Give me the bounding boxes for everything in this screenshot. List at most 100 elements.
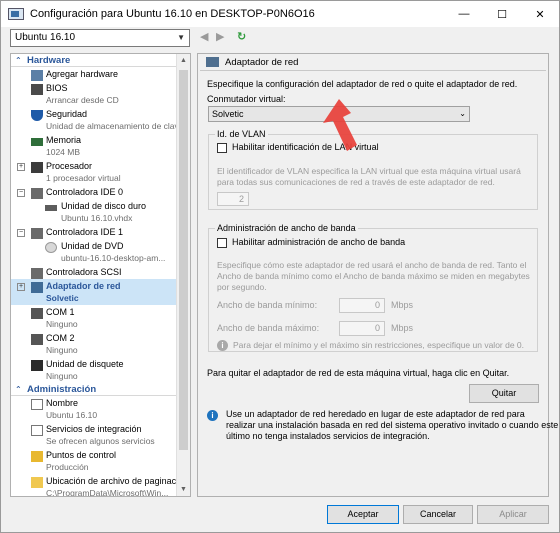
management-header-label: Administración [27,384,97,395]
vlan-description: El identificador de VLAN especifica la L… [217,166,521,176]
minimize-button[interactable]: — [445,1,483,27]
tree-item-label: Unidad de DVD [61,241,124,251]
dvd-icon [45,242,57,253]
header-divider [200,70,546,71]
tree-item-label: Nombre [46,398,79,408]
tree-item-label: Controladora IDE 1 [46,227,124,237]
bios-chip-icon [31,84,43,95]
vm-selector[interactable]: Ubuntu 16.10 ▼ [10,29,190,47]
back-icon[interactable]: ◀ [200,30,208,43]
tree-item-sublabel: Arrancar desde CD [46,95,119,105]
ok-button[interactable]: Aceptar [327,505,399,524]
controller-icon [31,228,43,239]
tree-item-scsi[interactable]: Controladora SCSI [11,265,190,279]
tree-item-com1[interactable]: COM 1 Ninguno [11,305,190,331]
collapse-tree-icon[interactable]: − [17,189,25,197]
unit-label: Mbps [391,300,414,310]
tree-item-hard-drive[interactable]: Unidad de disco duro Ubuntu 16.10.vhdx [11,199,190,225]
tree-item-security[interactable]: Seguridad Unidad de almacenamiento de cl… [11,107,190,133]
bandwidth-group-title: Administración de ancho de banda [215,223,358,233]
max-bandwidth-input[interactable]: 0 [339,321,385,336]
expand-icon[interactable]: + [17,283,25,291]
bandwidth-hint: Para dejar el mínimo y el máximo sin res… [233,340,525,350]
tree-item-ide1[interactable]: − Controladora IDE 1 [11,225,190,239]
processor-icon [31,162,43,173]
tree-item-label: Adaptador de red [46,281,121,291]
bandwidth-checkbox-label: Habilitar administración de ancho de ban… [232,237,406,247]
hardware-section-header[interactable]: ⌃ Hardware [11,54,190,67]
scroll-down-icon[interactable]: ▼ [180,486,187,493]
vm-selector-value: Ubuntu 16.10 [15,32,76,43]
checkpoint-icon [31,451,43,462]
network-adapter-icon [206,57,219,67]
vlan-checkbox[interactable] [217,143,227,153]
tree-item-add-hardware[interactable]: Agregar hardware [11,67,190,81]
tree-item-label: Memoria [46,135,82,145]
switch-label: Conmutador virtual: [207,94,286,104]
tree-item-sublabel: C:\ProgramData\Microsoft\Win... [46,488,169,497]
forward-icon[interactable]: ▶ [216,30,224,43]
tree-item-memory[interactable]: Memoria 1024 MB [11,133,190,159]
tree-item-sublabel: 1024 MB [46,147,81,157]
max-bandwidth-label: Ancho de banda máximo: [217,323,320,333]
tree-item-sublabel: Ninguno [46,371,78,381]
legacy-adapter-note: Use un adaptador de red heredado en luga… [226,409,525,419]
refresh-icon[interactable]: ↻ [237,30,246,43]
maximize-button[interactable]: ☐ [483,1,521,27]
tree-item-sublabel: Solvetic [46,293,79,303]
chevron-down-icon: ⌄ [459,109,466,118]
tree-item-bios[interactable]: BIOS Arrancar desde CD [11,81,190,107]
virtual-switch-value: Solvetic [212,109,244,119]
cancel-button[interactable]: Cancelar [403,505,473,524]
memory-icon [31,138,43,146]
bandwidth-description: por segundo. [217,282,267,292]
tree-item-sublabel: Ninguno [46,319,78,329]
dialog-footer: Aceptar Cancelar Aplicar [1,501,559,532]
panel-header: Adaptador de red [198,54,548,70]
network-adapter-icon [31,282,43,293]
tree-item-integration-services[interactable]: Servicios de integración Se ofrecen algu… [11,422,190,448]
min-bandwidth-label: Ancho de banda mínimo: [217,300,318,310]
tree-item-label: Ubicación de archivo de paginac... [46,476,184,486]
tree-item-label: Agregar hardware [46,69,119,79]
remove-button[interactable]: Quitar [469,384,539,403]
info-icon: i [207,410,218,421]
tree-item-sublabel: Ubuntu 16.10.vhdx [61,213,133,223]
management-section-header[interactable]: ⌃ Administración [11,383,190,396]
tree-item-dvd[interactable]: Unidad de DVD ubuntu-16.10-desktop-am... [11,239,190,265]
tree-item-sublabel: Producción [46,462,89,472]
tree-item-processor[interactable]: + Procesador 1 procesador virtual [11,159,190,185]
min-bandwidth-input[interactable]: 0 [339,298,385,313]
tree-item-sublabel: Ubuntu 16.10 [46,410,98,420]
tree-item-paging-file[interactable]: Ubicación de archivo de paginac... C:\Pr… [11,474,190,497]
tree-item-ide0[interactable]: − Controladora IDE 0 [11,185,190,199]
integration-services-icon [31,425,43,436]
title-bar: Configuración para Ubuntu 16.10 en DESKT… [1,1,559,27]
controller-icon [31,268,43,279]
tree-item-checkpoints[interactable]: Puntos de control Producción [11,448,190,474]
apply-button[interactable]: Aplicar [477,505,549,524]
serial-port-icon [31,308,43,319]
remove-description: Para quitar el adaptador de red de esta … [207,368,510,378]
vlan-id-input[interactable]: 2 [217,192,249,206]
tree-item-floppy[interactable]: Unidad de disquete Ninguno [11,357,190,383]
network-adapter-panel: Adaptador de red Especifique la configur… [197,53,558,497]
collapse-icon: ⌃ [15,385,22,394]
scroll-up-icon[interactable]: ▲ [180,57,187,64]
vlan-description: para todas sus comunicaciones de red a t… [217,177,495,187]
hard-drive-icon [45,205,57,211]
tree-scrollbar[interactable]: ▲ ▼ [176,54,190,496]
legacy-adapter-note: realizar una instalación basada en red d… [226,420,559,430]
tree-item-label: Unidad de disco duro [61,201,147,211]
tree-item-sublabel: Unidad de almacenamiento de claves ... [46,121,191,131]
expand-icon[interactable]: + [17,163,25,171]
tree-item-label: Unidad de disquete [46,359,124,369]
tree-item-com2[interactable]: COM 2 Ninguno [11,331,190,357]
scroll-thumb[interactable] [179,70,188,450]
close-button[interactable]: ✕ [521,1,559,27]
tree-item-network-adapter[interactable]: + Adaptador de red Solvetic [11,279,190,305]
collapse-tree-icon[interactable]: − [17,229,25,237]
tree-item-name[interactable]: Nombre Ubuntu 16.10 [11,396,190,422]
bandwidth-checkbox[interactable] [217,238,227,248]
controller-icon [31,188,43,199]
